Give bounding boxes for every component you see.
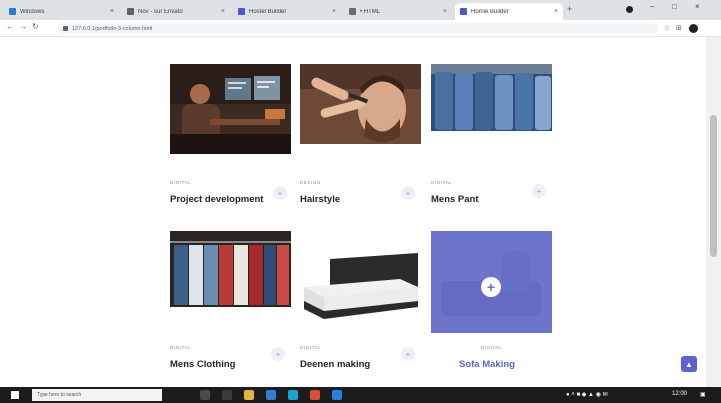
- forward-arrow-icon[interactable]: →: [19, 22, 27, 31]
- plus-icon: +: [536, 186, 542, 196]
- close-window-button[interactable]: ×: [695, 2, 700, 11]
- card-title[interactable]: Deenen making: [300, 359, 370, 370]
- profile-indicator-icon[interactable]: [626, 6, 633, 13]
- taskbar-clock[interactable]: 12:00: [672, 391, 687, 397]
- builder-favicon-icon: [238, 8, 245, 15]
- notification-icon[interactable]: ▣: [700, 391, 706, 398]
- vscode-icon[interactable]: [332, 390, 342, 400]
- plus-icon: +: [405, 188, 411, 198]
- browser-toolbar: ← → ↻ 127.0.0.1/portfolio-3-column.html …: [0, 20, 721, 37]
- card-title[interactable]: Hairstyle: [300, 194, 340, 205]
- card-category: DIGITAL: [481, 345, 503, 350]
- plus-icon: +: [277, 188, 283, 198]
- site-info-icon[interactable]: [63, 26, 68, 31]
- system-tray-icons[interactable]: ● ˄ ■ ◆ ▲ ◉ ✉: [566, 391, 608, 398]
- portfolio-card-sofa-making[interactable]: + DIGITAL Sofa Making: [431, 231, 552, 370]
- html-favicon-icon: [349, 8, 356, 15]
- taskbar-search-placeholder: Type here to search: [37, 392, 82, 398]
- card-category: DIGITAL: [431, 180, 453, 185]
- reload-icon[interactable]: ↻: [32, 22, 39, 31]
- profile-avatar[interactable]: [689, 24, 698, 33]
- portfolio-card-deenen-making[interactable]: DIGITAL Deenen making +: [300, 231, 421, 370]
- portfolio-image-hairstyle[interactable]: [300, 64, 421, 144]
- page-viewport: DIGITAL Project development + DESIGN Hai…: [0, 37, 706, 387]
- browser-tab-strip: Windows × Nov - sur Envato × Hostel Buil…: [0, 0, 721, 20]
- tab-close-icon[interactable]: ×: [332, 8, 336, 15]
- portfolio-image-developer[interactable]: [170, 64, 291, 154]
- plus-icon: +: [405, 349, 411, 359]
- taskbar-app-icon[interactable]: [266, 390, 276, 400]
- tab-envato[interactable]: Nov - sur Envato ×: [122, 3, 230, 20]
- tab-homie-builder[interactable]: Homie Builder ×: [455, 3, 563, 20]
- tab-html[interactable]: • HTML ×: [344, 3, 452, 20]
- plus-icon: +: [486, 279, 496, 295]
- chrome-icon[interactable]: [310, 390, 320, 400]
- portfolio-image-sofa[interactable]: +: [431, 231, 552, 333]
- arrow-up-icon: ▲: [685, 359, 693, 369]
- task-view-icon[interactable]: [200, 390, 210, 400]
- file-explorer-icon[interactable]: [244, 390, 254, 400]
- back-arrow-icon[interactable]: ←: [6, 22, 14, 31]
- card-title[interactable]: Project development: [170, 194, 263, 205]
- card-plus-button[interactable]: +: [532, 184, 546, 198]
- tab-hostel-builder[interactable]: Hostel Builder ×: [233, 3, 341, 20]
- portfolio-card-hairstyle[interactable]: DESIGN Hairstyle +: [300, 64, 421, 205]
- address-url: 127.0.0.1/portfolio-3-column.html: [72, 25, 153, 32]
- builder-favicon-icon: [460, 8, 467, 15]
- portfolio-card-project-development[interactable]: DIGITAL Project development +: [170, 64, 291, 205]
- tab-close-icon[interactable]: ×: [443, 8, 447, 15]
- maximize-button[interactable]: □: [672, 2, 677, 11]
- windows-start-icon[interactable]: [11, 391, 19, 399]
- windows-favicon-icon: [9, 8, 16, 15]
- taskbar-search-input[interactable]: Type here to search: [32, 389, 162, 401]
- new-tab-button[interactable]: +: [567, 4, 572, 14]
- address-bar[interactable]: 127.0.0.1/portfolio-3-column.html: [58, 23, 658, 34]
- overlay-plus-button[interactable]: +: [481, 277, 501, 297]
- portfolio-image-bed[interactable]: [300, 231, 421, 331]
- envato-favicon-icon: [127, 8, 134, 15]
- card-title[interactable]: Sofa Making: [459, 359, 515, 370]
- card-plus-button[interactable]: +: [271, 347, 285, 361]
- card-category: DIGITAL: [170, 180, 192, 185]
- portfolio-image-jeans[interactable]: [431, 64, 552, 131]
- tab-windows[interactable]: Windows ×: [4, 3, 119, 20]
- tab-close-icon[interactable]: ×: [221, 8, 225, 15]
- plus-icon: +: [275, 349, 281, 359]
- minimize-button[interactable]: –: [650, 2, 654, 11]
- card-category: DESIGN: [300, 180, 321, 185]
- portfolio-image-clothing-rack[interactable]: [170, 231, 291, 307]
- card-title[interactable]: Mens Pant: [431, 194, 479, 205]
- card-category: DIGITAL: [170, 345, 192, 350]
- portfolio-card-mens-pant[interactable]: DIGITAL Mens Pant +: [431, 64, 552, 205]
- card-plus-button[interactable]: +: [401, 347, 415, 361]
- back-to-top-button[interactable]: ▲: [681, 356, 697, 372]
- card-category: DIGITAL: [300, 345, 322, 350]
- card-title[interactable]: Mens Clothing: [170, 359, 235, 370]
- tab-close-icon[interactable]: ×: [554, 8, 558, 15]
- tab-close-icon[interactable]: ×: [110, 8, 114, 15]
- portfolio-card-mens-clothing[interactable]: DIGITAL Mens Clothing +: [170, 231, 291, 370]
- windows-taskbar: Type here to search ● ˄ ■ ◆ ▲ ◉ ✉ 12:00 …: [0, 387, 721, 403]
- taskbar-app-icon[interactable]: [222, 390, 232, 400]
- card-plus-button[interactable]: +: [401, 186, 415, 200]
- bookmark-star-icon[interactable]: ☆: [664, 24, 670, 32]
- scrollbar-thumb[interactable]: [710, 115, 717, 257]
- card-plus-button[interactable]: +: [273, 186, 287, 200]
- taskbar-app-icon[interactable]: [288, 390, 298, 400]
- page-scrollbar[interactable]: [706, 37, 721, 387]
- extensions-icon[interactable]: ⊞: [676, 24, 682, 32]
